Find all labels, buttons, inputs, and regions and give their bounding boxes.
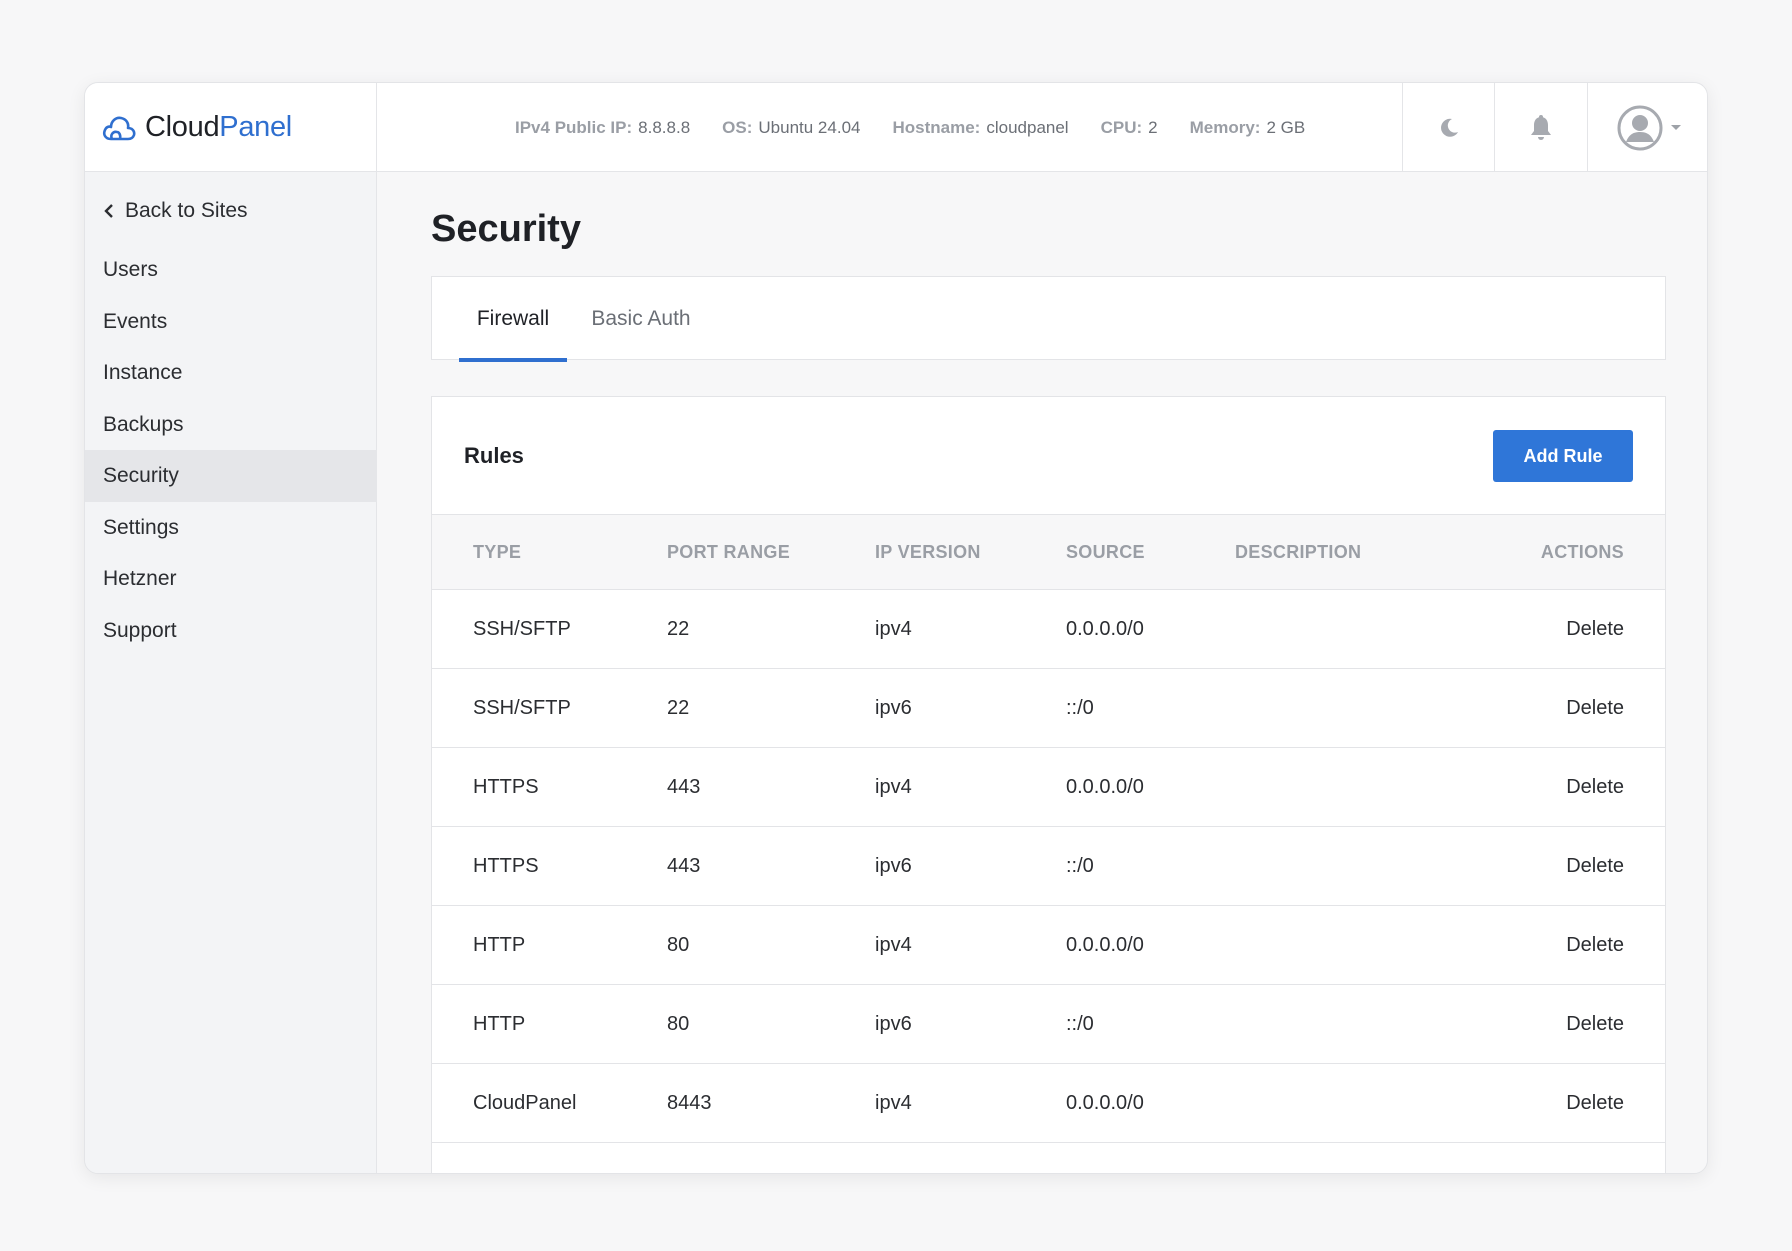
cell-source: 0.0.0.0/0 xyxy=(1066,776,1144,798)
sidebar-item-label: Support xyxy=(103,619,177,642)
cell-type: HTTPS xyxy=(473,855,539,877)
main-content: Security Firewall Basic Auth Rules Add R… xyxy=(377,172,1707,1173)
table-row: CloudPanel 8443 ipv4 0.0.0.0/0 Delete xyxy=(432,1064,1665,1143)
moon-icon xyxy=(1440,118,1458,137)
user-menu-button[interactable] xyxy=(1587,83,1707,172)
system-info: IPv4 Public IP: 8.8.8.8 OS: Ubuntu 24.04 H… xyxy=(515,83,1305,172)
sidebar-item-label: Instance xyxy=(103,361,183,384)
sidebar-item-label: Events xyxy=(103,310,168,333)
chevron-down-icon xyxy=(1670,125,1681,130)
cell-port: 80 xyxy=(667,934,690,956)
cell-type: SSH/SFTP xyxy=(473,697,571,719)
sidebar-item-label: Backups xyxy=(103,413,184,436)
column-header-type: TYPE xyxy=(473,542,522,562)
delete-rule-button[interactable]: Delete xyxy=(1566,985,1624,1063)
column-header-ip-version: IP VERSION xyxy=(875,542,981,562)
cell-type: HTTP xyxy=(473,1013,526,1035)
table-row: SSH/SFTP 22 ipv6 ::/0 Delete xyxy=(432,669,1665,748)
cell-source: 0.0.0.0/0 xyxy=(1066,1092,1144,1114)
sidebar-item-hetzner[interactable]: Hetzner xyxy=(85,553,377,605)
cell-ip-version: ipv4 xyxy=(875,934,912,956)
cell-ip-version: ipv4 xyxy=(875,1092,912,1114)
cloud-icon xyxy=(102,116,136,140)
sysinfo-ipv4: IPv4 Public IP: 8.8.8.8 xyxy=(515,117,691,137)
cell-ip-version: ipv4 xyxy=(875,618,912,640)
table-header: TYPE PORT RANGE IP VERSION SOURCE DESCRI… xyxy=(432,515,1665,590)
column-header-description: DESCRIPTION xyxy=(1235,542,1362,562)
column-header-source: SOURCE xyxy=(1066,542,1145,562)
table-row: HTTPS 443 ipv6 ::/0 Delete xyxy=(432,827,1665,906)
notifications-button[interactable] xyxy=(1494,83,1586,172)
cell-source: ::/0 xyxy=(1066,1013,1094,1035)
cell-source: ::/0 xyxy=(1066,855,1094,877)
sidebar-item-settings[interactable]: Settings xyxy=(85,502,377,554)
table-row: HTTPS 443 ipv4 0.0.0.0/0 Delete xyxy=(432,748,1665,827)
tab-label: Basic Auth xyxy=(591,307,691,330)
chevron-left-icon xyxy=(104,204,113,218)
delete-rule-button[interactable]: Delete xyxy=(1566,1064,1624,1142)
add-rule-button[interactable]: Add Rule xyxy=(1493,430,1633,482)
tab-basic-auth[interactable]: Basic Auth xyxy=(585,277,697,361)
cell-source: ::/0 xyxy=(1066,697,1094,719)
bell-icon xyxy=(1530,114,1551,140)
back-to-sites-link[interactable]: Back to Sites xyxy=(103,199,248,223)
cell-ip-version: ipv6 xyxy=(875,1013,912,1035)
cell-type: CloudPanel xyxy=(473,1092,577,1114)
sidebar-item-label: Security xyxy=(103,464,179,487)
rules-title: Rules xyxy=(464,443,524,468)
tab-label: Firewall xyxy=(476,307,550,330)
delete-rule-button[interactable]: Delete xyxy=(1566,827,1624,905)
table-row: HTTP 80 ipv6 ::/0 Delete xyxy=(432,985,1665,1064)
avatar-icon xyxy=(1617,105,1662,150)
cell-ip-version: ipv6 xyxy=(875,697,912,719)
cell-source: 0.0.0.0/0 xyxy=(1066,618,1144,640)
app-window: CloudPanel IPv4 Public IP: 8.8.8.8 OS: Ubu… xyxy=(84,82,1708,1174)
column-header-port-range: PORT RANGE xyxy=(667,542,791,562)
delete-rule-button[interactable]: Delete xyxy=(1566,748,1624,826)
sidebar-item-events[interactable]: Events xyxy=(85,296,377,348)
sidebar-item-users[interactable]: Users xyxy=(85,244,377,296)
sidebar: Back to Sites Users Events Instance Back… xyxy=(85,172,377,1173)
rules-panel: Rules Add Rule TYPE PORT RANGE IP VERSIO… xyxy=(431,396,1666,1173)
sidebar-item-label: Settings xyxy=(103,516,179,539)
cell-type: HTTPS xyxy=(473,776,539,798)
sidebar-item-label: Hetzner xyxy=(103,567,177,590)
logo[interactable]: CloudPanel xyxy=(85,83,377,172)
sidebar-item-security[interactable]: Security xyxy=(85,450,377,502)
sidebar-item-label: Users xyxy=(103,258,158,281)
rules-header: Rules Add Rule xyxy=(432,397,1665,515)
cell-port: 443 xyxy=(667,855,701,877)
theme-toggle-button[interactable] xyxy=(1402,83,1494,172)
tabs-bar: Firewall Basic Auth xyxy=(431,276,1666,362)
cell-source: 0.0.0.0/0 xyxy=(1066,934,1144,956)
column-header-actions: ACTIONS xyxy=(1540,542,1624,562)
delete-rule-button[interactable]: Delete xyxy=(1566,906,1624,984)
delete-rule-button[interactable]: Delete xyxy=(1566,669,1624,747)
table-row: SSH/SFTP 22 ipv4 0.0.0.0/0 Delete xyxy=(432,590,1665,669)
logo-text: CloudPanel xyxy=(145,111,292,143)
top-header: CloudPanel IPv4 Public IP: 8.8.8.8 OS: Ubu… xyxy=(85,83,1707,172)
cell-port: 22 xyxy=(667,618,690,640)
sysinfo-hostname: Hostname: cloudpanel xyxy=(892,117,1069,137)
sidebar-item-backups[interactable]: Backups xyxy=(85,399,377,451)
cell-type: SSH/SFTP xyxy=(473,618,571,640)
table-row: HTTP 80 ipv4 0.0.0.0/0 Delete xyxy=(432,906,1665,985)
sidebar-item-support[interactable]: Support xyxy=(85,605,377,657)
sysinfo-memory: Memory: 2 GB xyxy=(1189,117,1306,137)
cell-type: HTTP xyxy=(473,934,526,956)
cell-port: 80 xyxy=(667,1013,690,1035)
page-title: Security xyxy=(431,208,581,250)
cell-port: 22 xyxy=(667,697,690,719)
back-label: Back to Sites xyxy=(125,199,248,222)
cell-ip-version: ipv6 xyxy=(875,855,912,877)
cell-port: 443 xyxy=(667,776,701,798)
delete-rule-button[interactable]: Delete xyxy=(1566,590,1624,668)
cell-ip-version: ipv4 xyxy=(875,776,912,798)
cell-port: 8443 xyxy=(667,1092,712,1114)
sidebar-item-instance[interactable]: Instance xyxy=(85,347,377,399)
sysinfo-os: OS: Ubuntu 24.04 xyxy=(722,117,861,137)
sysinfo-cpu: CPU: 2 xyxy=(1100,117,1158,137)
tab-firewall[interactable]: Firewall xyxy=(459,277,567,362)
